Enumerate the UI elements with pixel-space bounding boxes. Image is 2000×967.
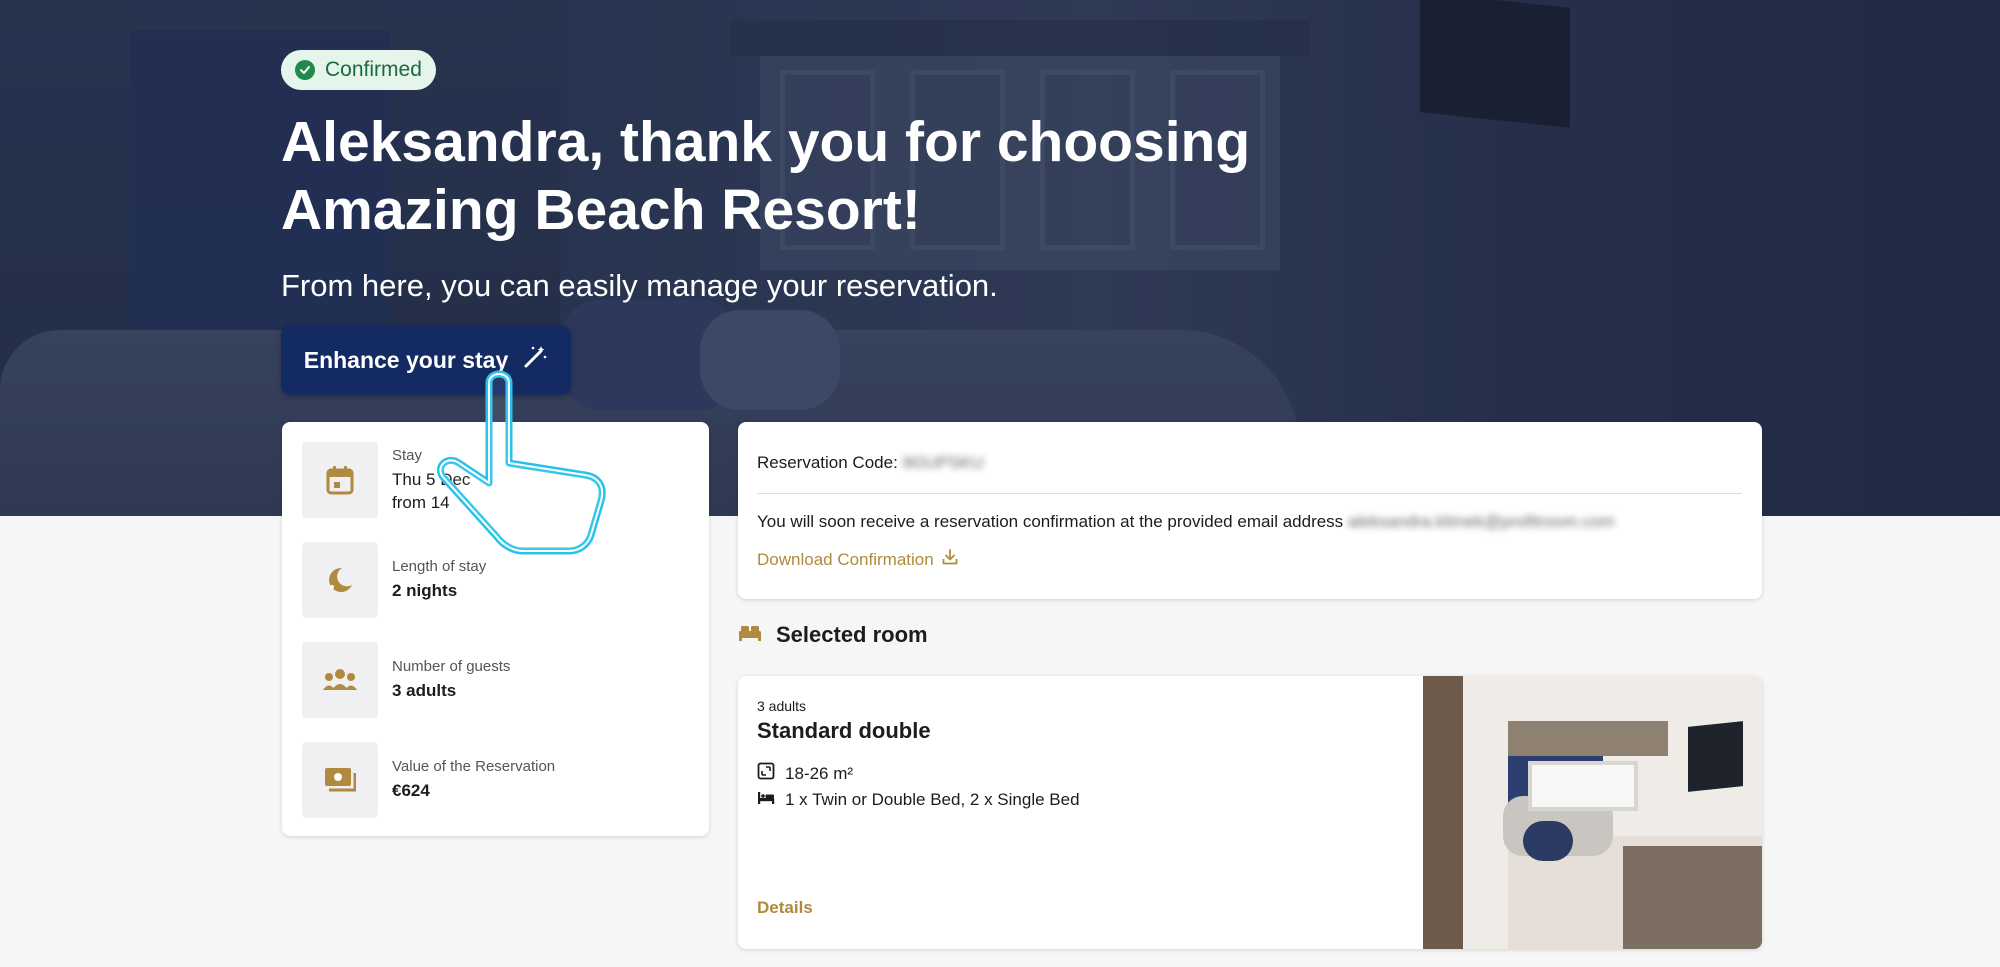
guests-icon [302, 642, 378, 718]
reservation-email-notice: You will soon receive a reservation conf… [757, 512, 1615, 532]
money-icon [302, 742, 378, 818]
room-card: 3 adults Standard double 18-26 m² 1 x Tw… [738, 676, 1762, 949]
selected-room-title: Selected room [776, 622, 928, 647]
reservation-card: Reservation Code: 9GUPSKU You will soon … [738, 422, 1762, 599]
bed-icon [738, 622, 762, 648]
bed-icon [757, 790, 775, 810]
room-size-value: 18-26 m² [785, 763, 854, 783]
status-badge: Confirmed [281, 50, 436, 90]
detail-value-label: Value of the Reservation [392, 758, 556, 775]
detail-length-value: 2 nights [392, 581, 458, 600]
download-confirmation-label: Download Confirmation [757, 549, 934, 569]
detail-value: Value of the Reservation €624 [302, 742, 692, 818]
room-beds-value: 1 x Twin or Double Bed, 2 x Single Bed [785, 790, 1080, 809]
divider [757, 493, 1742, 494]
detail-guests-value: 3 adults [392, 681, 457, 700]
reservation-code: Reservation Code: 9GUPSKU [757, 453, 984, 473]
detail-value-amount: €624 [392, 781, 430, 800]
room-photo [1423, 676, 1762, 949]
download-confirmation-link[interactable]: Download Confirmation [757, 549, 958, 570]
calendar-icon [302, 442, 378, 518]
download-icon [942, 549, 958, 570]
detail-guests-label: Number of guests [392, 658, 511, 675]
room-size: 18-26 m² [757, 762, 853, 785]
detail-guests: Number of guests 3 adults [302, 642, 692, 718]
room-occupancy: 3 adults [757, 698, 807, 714]
reservation-code-value: 9GUPSKU [902, 453, 984, 472]
area-icon [757, 762, 775, 785]
reservation-email-value: aleksandra.klimek@profitroom.com [1347, 512, 1615, 531]
status-badge-label: Confirmed [325, 58, 422, 81]
reservation-email-text: You will soon receive a reservation conf… [757, 512, 1344, 531]
reservation-code-label: Reservation Code: [757, 453, 898, 472]
room-name: Standard double [757, 718, 931, 743]
room-details-link[interactable]: Details [757, 898, 813, 918]
check-circle-icon [295, 60, 315, 80]
tap-hand-cursor-icon [436, 370, 606, 555]
moon-icon [302, 542, 378, 618]
page-subtitle: From here, you can easily manage your re… [281, 268, 998, 303]
page-title: Aleksandra, thank you for choosing Amazi… [281, 110, 1251, 242]
selected-room-heading: Selected room [738, 622, 928, 648]
room-beds: 1 x Twin or Double Bed, 2 x Single Bed [757, 790, 1080, 810]
